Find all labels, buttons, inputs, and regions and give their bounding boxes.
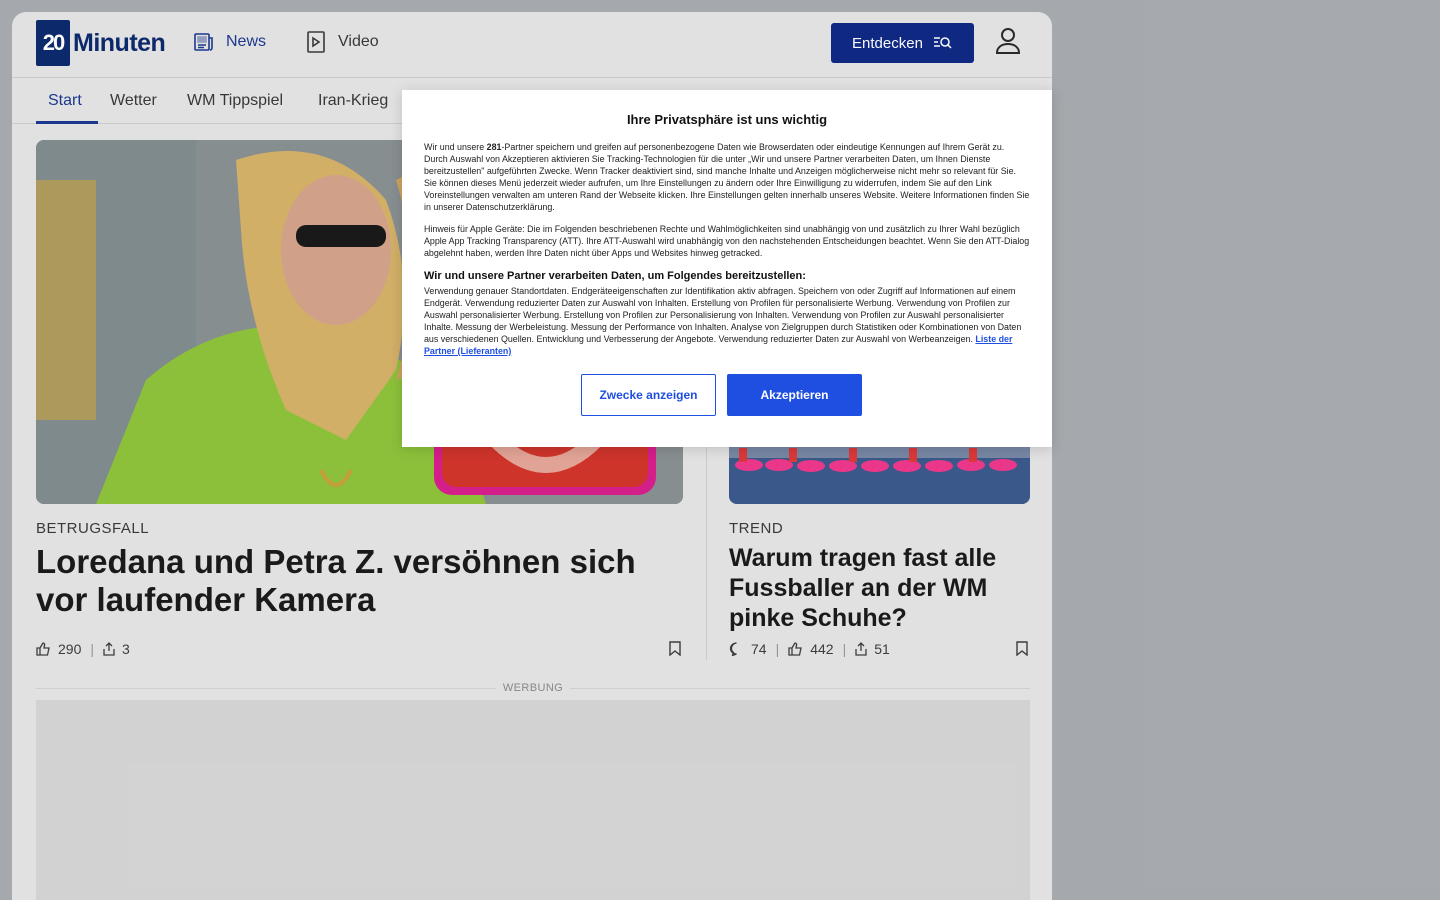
consent-paragraph-2: Hinweis für Apple Geräte: Die im Folgend…: [424, 224, 1030, 258]
consent-p1-start: Wir und unsere: [424, 142, 487, 152]
consent-dialog: Ihre Privatsphäre ist uns wichtig Wir un…: [402, 90, 1052, 447]
consent-purposes-text: Verwendung genauer Standortdaten. Endger…: [424, 286, 1022, 344]
show-purposes-button[interactable]: Zwecke anzeigen: [581, 374, 716, 416]
consent-paragraph-1: Wir und unsere 281-Partner speichern und…: [424, 141, 1030, 213]
accept-button[interactable]: Akzeptieren: [727, 374, 862, 416]
consent-body: Wir und unsere 281-Partner speichern und…: [424, 141, 1030, 367]
consent-subtitle: Wir und unsere Partner verarbeiten Daten…: [424, 270, 806, 282]
partner-count: 281: [486, 142, 502, 152]
consent-p1-rest: -Partner speichern und greifen auf perso…: [424, 142, 1030, 212]
consent-title: Ihre Privatsphäre ist uns wichtig: [626, 112, 828, 127]
consent-paragraph-3: Verwendung genauer Standortdaten. Endger…: [424, 285, 1030, 357]
